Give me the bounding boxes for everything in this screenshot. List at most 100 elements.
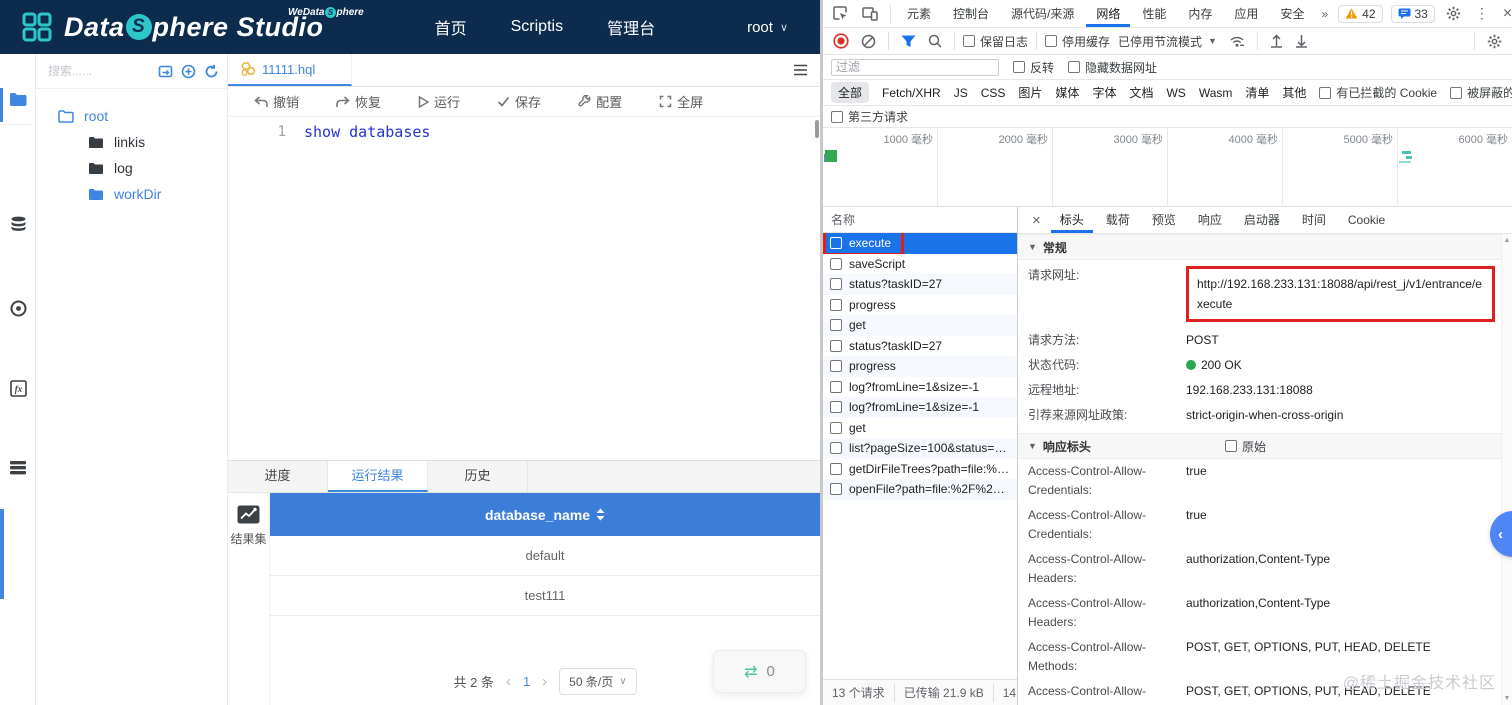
chip-wasm[interactable]: Wasm [1199, 86, 1233, 100]
chip-ws[interactable]: WS [1166, 86, 1185, 100]
table-row[interactable]: default [270, 536, 820, 576]
chip-css[interactable]: CSS [981, 86, 1006, 100]
undo-button[interactable]: 撤销 [254, 92, 299, 111]
redo-button[interactable]: 恢复 [336, 92, 381, 111]
page-size-select[interactable]: 50 条/页 ∨ [559, 667, 637, 695]
tree-node-workdir[interactable]: workDir [36, 181, 227, 207]
throttling-select[interactable]: 已停用节流模式 ▼ [1114, 33, 1221, 50]
column-header-database-name[interactable]: database_name [270, 493, 820, 536]
kebab-menu-icon[interactable]: ⋮ [1469, 5, 1495, 22]
close-details-icon[interactable]: × [1026, 212, 1047, 229]
response-headers-section-header[interactable]: ▼ 响应标头 原始 [1018, 433, 1501, 459]
request-row[interactable]: log?fromLine=1&size=-1 [823, 397, 1017, 418]
checkbox[interactable] [830, 237, 842, 250]
next-page-button[interactable]: › [542, 673, 547, 690]
checkbox[interactable] [830, 483, 842, 496]
run-button[interactable]: 运行 [418, 92, 460, 111]
rail-udf-fx-button[interactable]: fx [0, 380, 36, 397]
running-tasks-widget[interactable]: ⇄ 0 [713, 650, 806, 693]
code-editor[interactable]: 1 show databases [228, 117, 820, 460]
rail-env-button[interactable] [0, 460, 36, 475]
request-row-execute[interactable]: execute [823, 233, 1017, 254]
warnings-badge[interactable]: 42 [1338, 4, 1383, 23]
invert-checkbox[interactable]: 反转 [1013, 59, 1054, 76]
devtools-tab-network[interactable]: 网络 [1086, 1, 1130, 27]
tree-node-log[interactable]: log [36, 155, 227, 181]
network-settings-gear-icon[interactable] [1483, 34, 1506, 49]
export-har-icon[interactable] [1291, 34, 1312, 48]
sort-icon[interactable] [596, 508, 605, 521]
rail-database-button[interactable] [0, 216, 36, 232]
search-input[interactable] [48, 64, 140, 78]
chart-icon[interactable] [237, 505, 260, 524]
nav-item-home[interactable]: 首页 [435, 15, 467, 39]
fullscreen-button[interactable]: 全屏 [659, 92, 703, 111]
checkbox[interactable] [830, 421, 842, 434]
page-number[interactable]: 1 [523, 674, 530, 689]
chip-fetch-xhr[interactable]: Fetch/XHR [882, 86, 941, 100]
request-row[interactable]: get [823, 418, 1017, 439]
raw-headers-checkbox[interactable]: 原始 [1224, 438, 1266, 455]
clear-network-icon[interactable] [857, 34, 880, 49]
preserve-log-checkbox[interactable]: 保留日志 [963, 33, 1028, 50]
chip-font[interactable]: 字体 [1092, 84, 1116, 101]
details-tab-headers[interactable]: 标头 [1051, 208, 1093, 233]
tab-progress[interactable]: 进度 [228, 461, 328, 492]
checkbox[interactable] [830, 339, 842, 352]
checkbox[interactable] [830, 442, 842, 455]
issues-badge[interactable]: 33 [1390, 4, 1435, 23]
save-button[interactable]: 保存 [497, 92, 541, 111]
filter-funnel-icon[interactable] [897, 35, 920, 48]
tab-list-menu-icon[interactable] [781, 54, 820, 86]
request-row[interactable]: getDirFileTrees?path=file:%2F... [823, 459, 1017, 480]
checkbox[interactable] [963, 35, 975, 47]
chip-js[interactable]: JS [954, 86, 968, 100]
request-row[interactable]: saveScript [823, 254, 1017, 275]
devtools-tab-performance[interactable]: 性能 [1132, 1, 1176, 27]
import-script-icon[interactable] [158, 64, 173, 79]
details-tab-preview[interactable]: 预览 [1143, 208, 1185, 233]
details-tab-timing[interactable]: 时间 [1293, 208, 1335, 233]
devtools-tab-sources[interactable]: 源代码/来源 [1001, 1, 1084, 27]
scroll-down-icon[interactable]: ▼ [1504, 695, 1511, 702]
import-har-icon[interactable] [1266, 34, 1287, 48]
scroll-up-icon[interactable]: ▲ [1504, 237, 1511, 244]
tree-node-linkis[interactable]: linkis [36, 129, 227, 155]
tab-history[interactable]: 历史 [428, 461, 528, 492]
chip-doc[interactable]: 文档 [1129, 84, 1153, 101]
network-conditions-icon[interactable] [1225, 35, 1249, 48]
config-button[interactable]: 配置 [578, 92, 622, 111]
checkbox[interactable] [1224, 440, 1237, 452]
record-network-icon[interactable] [829, 33, 853, 49]
checkbox[interactable] [830, 278, 842, 291]
request-row[interactable]: list?pageSize=100&status=Ru... [823, 438, 1017, 459]
blocked-cookies-checkbox[interactable]: 有已拦截的 Cookie [1319, 84, 1437, 101]
chip-media[interactable]: 媒体 [1055, 84, 1079, 101]
blocked-requests-checkbox[interactable]: 被屏蔽的请求 [1450, 84, 1512, 101]
checkbox[interactable] [830, 257, 842, 270]
checkbox[interactable] [830, 380, 842, 393]
hide-data-urls-checkbox[interactable]: 隐藏数据网址 [1068, 59, 1157, 76]
chip-other[interactable]: 其他 [1282, 84, 1306, 101]
chip-manifest[interactable]: 清单 [1245, 84, 1269, 101]
devtools-tab-elements[interactable]: 元素 [897, 1, 941, 27]
checkbox[interactable] [1319, 86, 1332, 99]
filter-input[interactable] [831, 58, 999, 76]
details-tab-payload[interactable]: 载荷 [1097, 208, 1139, 233]
request-row[interactable]: progress [823, 356, 1017, 377]
request-row[interactable]: openFile?path=file:%2F%2F%2... [823, 479, 1017, 500]
checkbox[interactable] [1013, 61, 1025, 73]
tree-node-root[interactable]: root [36, 103, 227, 129]
request-list-header[interactable]: 名称 [823, 207, 1017, 233]
rail-scripts-button[interactable] [0, 92, 36, 107]
checkbox[interactable] [830, 462, 842, 475]
devtools-tab-application[interactable]: 应用 [1224, 1, 1268, 27]
table-row[interactable]: test111 [270, 576, 820, 616]
search-network-icon[interactable] [924, 34, 946, 48]
nav-item-console[interactable]: 管理台 [607, 15, 655, 39]
request-row[interactable]: log?fromLine=1&size=-1 [823, 377, 1017, 398]
details-body[interactable]: ▼ 常规 请求网址: http://192.168.233.131:18088/… [1018, 234, 1512, 705]
tab-run-results[interactable]: 运行结果 [328, 461, 428, 492]
checkbox[interactable] [1045, 35, 1058, 47]
chip-all[interactable]: 全部 [831, 82, 870, 103]
